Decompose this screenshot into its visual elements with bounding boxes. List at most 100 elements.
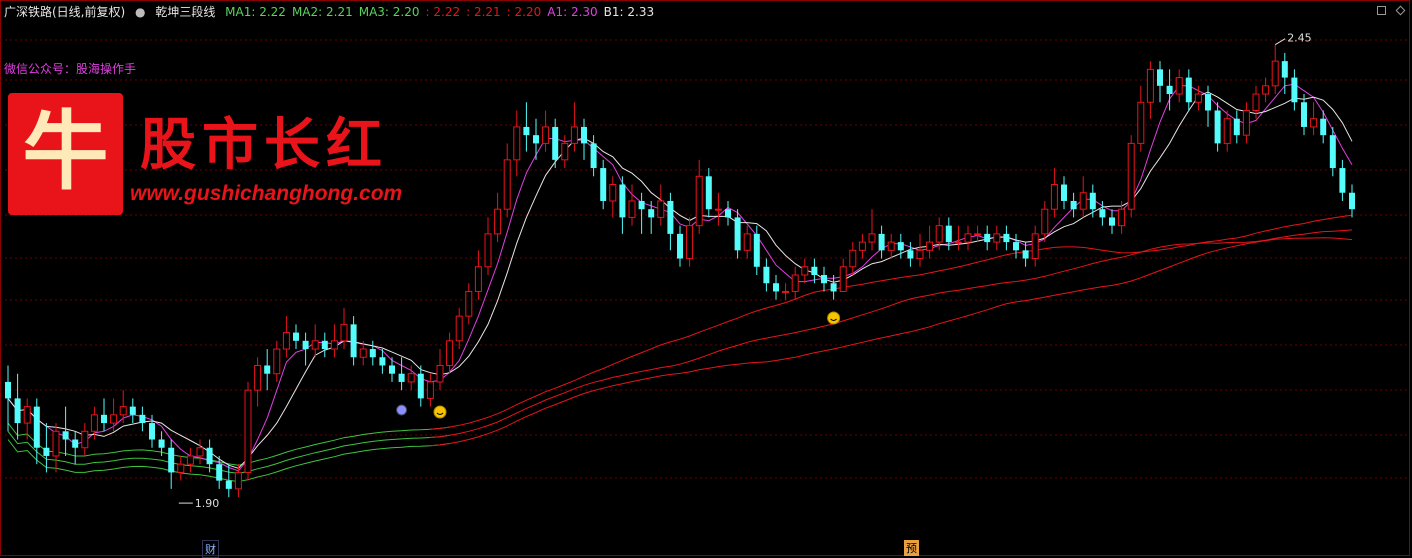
candle-body-79 — [763, 266, 770, 284]
candle-body-86 — [830, 283, 837, 292]
candle-body-9 — [90, 414, 98, 432]
candle-body-14 — [139, 414, 146, 424]
candle-body-82 — [791, 274, 799, 292]
candle-body-21 — [206, 447, 213, 465]
chart-header: 广深铁路(日线,前复权) ● 乾坤三段线 MA1: 2.22 MA2: 2.21 M… — [4, 3, 666, 20]
candle-body-107 — [1031, 233, 1039, 260]
indicator-value-2: MA3: 2.20 — [358, 5, 420, 19]
candle-body-41 — [398, 373, 405, 382]
logo-char: 牛 — [22, 101, 109, 202]
candle-body-122 — [1175, 77, 1183, 95]
candle-body-134 — [1291, 77, 1298, 103]
candle-body-118 — [1137, 101, 1145, 144]
candle-body-23 — [225, 480, 232, 489]
candle-body-87 — [839, 266, 847, 292]
indicator-value-6: A1: 2.30 — [547, 5, 598, 19]
candle-body-40 — [389, 365, 395, 374]
candle-body-39 — [379, 357, 386, 366]
candle-body-117 — [1127, 142, 1135, 210]
candle-body-8 — [81, 430, 89, 449]
candle-body-129 — [1242, 109, 1250, 136]
candle-body-73 — [705, 176, 712, 210]
candle-body-11 — [110, 414, 118, 424]
stock-title[interactable]: 广深铁路(日线,前复权) — [4, 5, 125, 19]
candle-body-13 — [129, 406, 136, 415]
candle-body-60 — [581, 126, 587, 144]
candle-body-88 — [849, 249, 857, 268]
candle-body-69 — [667, 200, 674, 234]
candle-body-121 — [1166, 85, 1173, 95]
candle-body-104 — [1003, 233, 1010, 243]
candle-body-109 — [1050, 184, 1058, 210]
low-label: 1.90 — [195, 497, 220, 510]
ma-red-2 — [430, 237, 1353, 447]
candle-body-95 — [916, 249, 924, 260]
bottom-tag-finance[interactable]: 财 — [202, 540, 219, 558]
candle-body-140 — [1349, 192, 1355, 210]
candle-body-38 — [369, 349, 376, 358]
chevron-down-icon[interactable]: ● — [135, 5, 145, 19]
smiley-icon-0 — [433, 405, 447, 419]
candle-body-123 — [1185, 77, 1192, 103]
candle-body-2 — [23, 406, 31, 424]
candle-body-5 — [52, 430, 60, 457]
candle-body-120 — [1157, 69, 1163, 86]
candle-body-105 — [1013, 242, 1019, 251]
kline-chart: 2.45 1.90 — [0, 32, 1410, 510]
candle-body-58 — [561, 142, 569, 161]
candle-body-20 — [196, 447, 204, 457]
candle-body-136 — [1310, 118, 1318, 128]
candle-body-59 — [570, 126, 578, 144]
candle-body-85 — [821, 275, 827, 284]
candle-body-48 — [465, 290, 473, 317]
maximize-icon[interactable] — [1377, 6, 1386, 15]
candle-body-12 — [119, 406, 127, 416]
candle-body-93 — [897, 242, 904, 251]
candle-body-33 — [321, 340, 328, 350]
indicator-value-5: : 2.20 — [506, 5, 542, 19]
candle-body-115 — [1109, 217, 1115, 226]
candle-body-96 — [926, 241, 934, 251]
candle-body-113 — [1089, 192, 1096, 210]
candle-body-16 — [158, 439, 165, 448]
candle-body-18 — [177, 463, 185, 473]
candle-body-42 — [407, 373, 415, 383]
candle-body-51 — [494, 208, 502, 235]
candle-body-55 — [533, 135, 539, 144]
candle-body-68 — [657, 200, 665, 218]
candle-body-15 — [149, 423, 155, 440]
smiley-icon-1 — [827, 311, 841, 325]
indicator-name[interactable]: 乾坤三段线 — [155, 5, 215, 19]
candle-body-19 — [186, 455, 194, 465]
candle-body-26 — [254, 364, 262, 391]
candle-body-53 — [513, 126, 521, 161]
candle-body-78 — [753, 233, 760, 267]
candle-body-110 — [1061, 184, 1067, 201]
candle-body-97 — [935, 225, 943, 243]
candle-body-80 — [773, 283, 779, 292]
candle-body-25 — [244, 389, 252, 473]
candle-body-17 — [168, 447, 175, 473]
candle-body-71 — [686, 225, 694, 260]
bottom-tag-forecast[interactable]: 预 — [904, 540, 919, 556]
logo-badge: 牛 — [8, 93, 123, 215]
wechat-watermark: 微信公众号：股海操作手 — [4, 62, 137, 76]
candle-body-72 — [695, 175, 703, 227]
candle-body-76 — [734, 217, 741, 251]
candle-body-49 — [474, 266, 482, 292]
candle-body-31 — [302, 340, 309, 350]
candle-body-65 — [628, 200, 636, 218]
high-label: 2.45 — [1287, 32, 1312, 45]
candle-body-128 — [1233, 118, 1240, 136]
candle-body-81 — [782, 290, 790, 293]
candle-body-30 — [293, 332, 299, 341]
candle-body-77 — [743, 233, 751, 251]
candle-body-34 — [330, 340, 338, 350]
candle-body-22 — [216, 464, 223, 481]
candle-body-45 — [436, 364, 444, 383]
candle-body-57 — [552, 126, 559, 160]
indicator-value-7: B1: 2.33 — [603, 5, 655, 19]
candle-body-99 — [954, 241, 962, 244]
candle-body-35 — [340, 323, 348, 342]
indicator-value-4: : 2.21 — [466, 5, 501, 19]
